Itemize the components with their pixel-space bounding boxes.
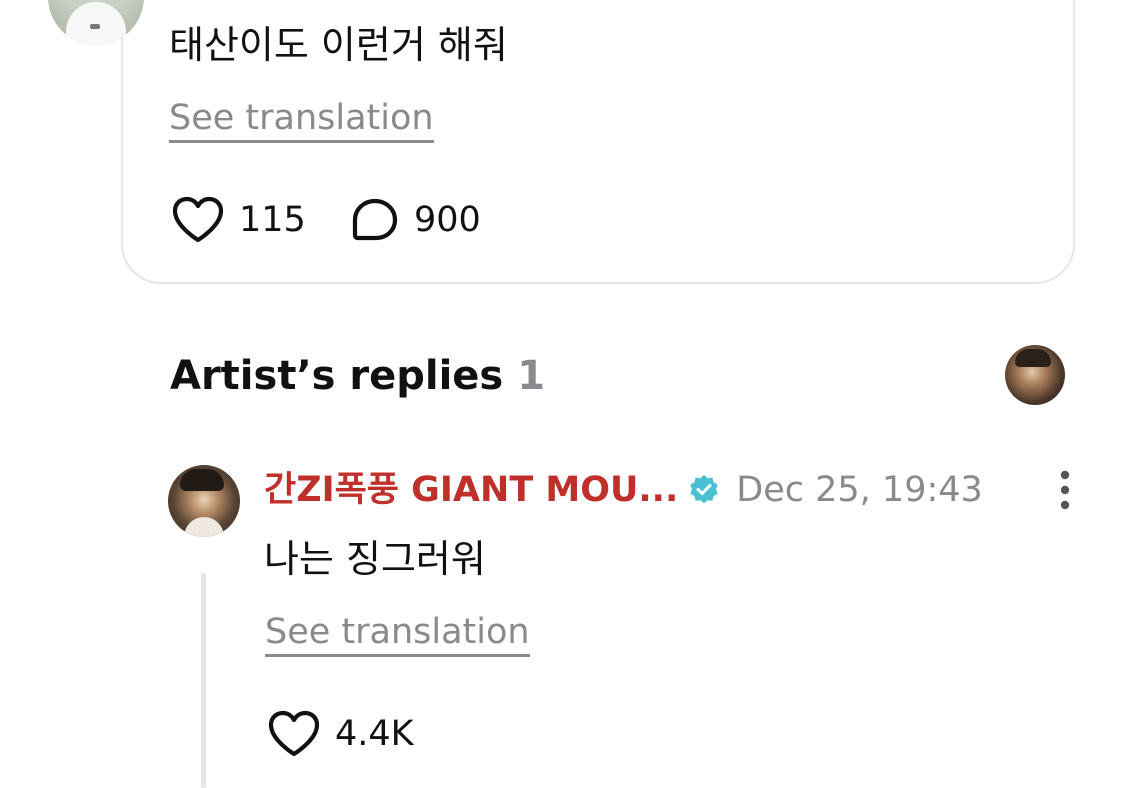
- artist-replies-label: Artist’s replies: [170, 353, 504, 399]
- avatar-hair: [180, 469, 224, 491]
- app-screen: 태산이도 이런거 해줘 See translation 115 900 Arti…: [0, 0, 1125, 788]
- artist-replies-title: Artist’s replies 1: [170, 348, 545, 404]
- reply-text: 나는 징그러워: [264, 537, 486, 581]
- avatar-shirt-print: [90, 24, 100, 29]
- verified-check-icon: [690, 475, 719, 504]
- post-like-count: 115: [239, 200, 306, 240]
- reply-author-name[interactable]: 간ZI폭풍 GIANT MOU...: [264, 466, 678, 514]
- avatar-shirt: [184, 517, 224, 537]
- artist-avatar[interactable]: [1005, 345, 1065, 405]
- post-see-translation-link[interactable]: See translation: [169, 96, 434, 143]
- post-comment-button[interactable]: 900: [350, 194, 481, 246]
- post-like-button[interactable]: 115: [171, 194, 306, 246]
- artist-replies-count: 1: [517, 353, 546, 399]
- reply-timestamp: Dec 25, 19:43: [736, 470, 983, 510]
- heart-icon: [268, 710, 320, 757]
- post-comment-count: 900: [414, 200, 481, 240]
- heart-icon: [172, 196, 224, 243]
- more-vertical-icon[interactable]: [1052, 468, 1078, 512]
- reply-see-translation-link[interactable]: See translation: [265, 610, 530, 657]
- reply-author-avatar[interactable]: [168, 465, 240, 537]
- reply-like-button[interactable]: 4.4K: [267, 708, 414, 760]
- reply-like-count: 4.4K: [335, 714, 414, 754]
- speech-bubble-icon: [352, 198, 398, 241]
- post-text: 태산이도 이런거 해줘: [169, 23, 508, 67]
- avatar-hair: [1015, 349, 1051, 367]
- reply-header: 간ZI폭풍 GIANT MOU... Dec 25, 19:43: [264, 466, 983, 514]
- reply-thread-line: [201, 573, 206, 788]
